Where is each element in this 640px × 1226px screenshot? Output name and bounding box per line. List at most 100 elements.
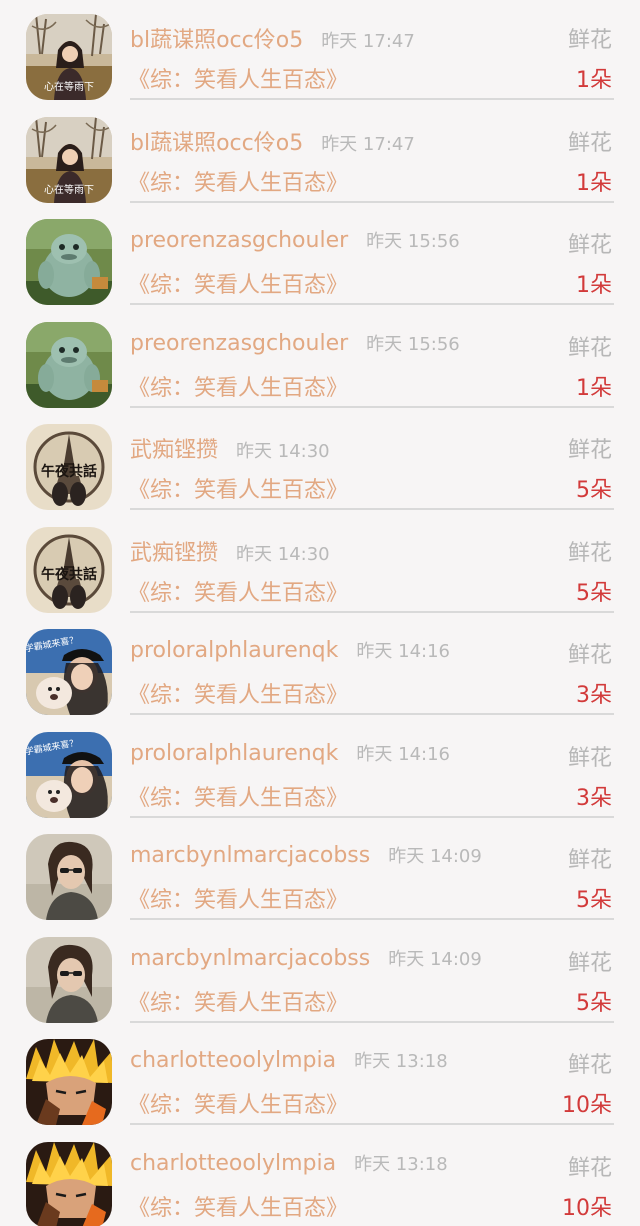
list-item[interactable]: preorenzasgchouler 昨天 15:56 鲜花 《综：笑看人生百态》 1朵 (0, 308, 640, 411)
avatar[interactable] (26, 834, 112, 920)
list-item[interactable]: 午夜共話 武痴铿攒 昨天 14:30 鲜花《综：笑看人生百态》 5朵 (0, 513, 640, 616)
avatar[interactable] (26, 1141, 112, 1226)
user-name[interactable]: proloralphlaurenqk 昨天 14:16 (130, 637, 450, 663)
gift-count: 3朵 (576, 785, 612, 811)
avatar[interactable]: 午夜共話 (26, 526, 112, 613)
timestamp: 昨天 17:47 (321, 133, 415, 155)
avatar[interactable] (26, 219, 112, 305)
list-item[interactable]: preorenzasgchouler 昨天 15:56 鲜花《综：笑看人生百态》 1朵 (0, 205, 640, 308)
user-name[interactable]: 武痴铿攒 昨天 14:30 (130, 535, 330, 567)
gift-type-label: 鲜花 (567, 1053, 612, 1078)
user-name-text[interactable]: charlotteoolylmpia (130, 1151, 336, 1176)
gift-count: 1朵 (576, 273, 612, 298)
user-name-text[interactable]: bl蔬谋照occ伶o5 (130, 28, 303, 53)
gift-type-label: 鲜花 (567, 540, 612, 566)
gift-count: 10朵 (562, 1093, 612, 1118)
book-title-link[interactable]: 《综：笑看人生百态》 (128, 267, 348, 299)
gift-type-label: 鲜花 (567, 438, 612, 463)
list-item[interactable]: 午夜共話 武痴铿攒 昨天 14:30 鲜花 《综：笑看人生百态》 5朵 (0, 410, 640, 513)
divider (130, 1020, 614, 1023)
book-title-link[interactable]: 《综：笑看人生百态》 (128, 62, 348, 94)
timestamp: 昨天 14:16 (356, 743, 450, 765)
avatar[interactable] (26, 321, 112, 408)
timestamp: 昨天 13:18 (354, 1051, 448, 1072)
list-item[interactable]: charlotteoolylmpia 昨天 13:18 鲜花《综：笑看人生百态》 10… (0, 1025, 640, 1128)
list-item[interactable]: marcbynlmarcjacobss 昨天 14:09 鲜花《综：笑看人生百态》 5… (0, 820, 640, 923)
user-name[interactable]: charlotteoolylmpia 昨天 13:18 (130, 1047, 448, 1073)
book-title-link[interactable]: 《综：笑看人生百态》 (128, 472, 348, 504)
user-name-text[interactable]: preorenzasgchouler (130, 228, 348, 253)
list-item[interactable]: marcbynlmarcjacobss 昨天 14:09 鲜花《综：笑看人生百态》 5… (0, 923, 640, 1026)
timestamp: 昨天 14:30 (236, 441, 330, 462)
avatar[interactable]: 心在等雨下 (26, 116, 112, 203)
user-name[interactable]: marcbynlmarcjacobss 昨天 14:09 (130, 842, 482, 868)
divider (130, 610, 614, 613)
user-name[interactable]: preorenzasgchouler 昨天 15:56 (130, 227, 460, 253)
user-name[interactable]: charlotteoolylmpia 昨天 13:18 (130, 1150, 448, 1176)
user-name-text[interactable]: 武痴铿攒 (130, 438, 218, 463)
avatar[interactable]: 学霸城来喜？ (26, 629, 112, 715)
user-name[interactable]: bl蔬谋照occ伶o5 昨天 17:47 (130, 125, 415, 157)
divider (130, 405, 614, 408)
divider (130, 815, 614, 818)
gift-count: 1朵 (576, 375, 612, 401)
gift-type-label: 鲜花 (567, 233, 612, 258)
avatar[interactable] (26, 936, 112, 1023)
book-title-link[interactable]: 《综：笑看人生百态》 (128, 165, 348, 197)
user-name-text[interactable]: marcbynlmarcjacobss (130, 946, 370, 971)
book-title-link[interactable]: 《综：笑看人生百态》 (128, 780, 348, 812)
user-name[interactable]: marcbynlmarcjacobss 昨天 14:09 (130, 945, 482, 971)
book-title-link[interactable]: 《综：笑看人生百态》 (128, 1190, 348, 1222)
user-name-text[interactable]: preorenzasgchouler (130, 331, 348, 356)
book-title-link[interactable]: 《综：笑看人生百态》 (128, 882, 348, 914)
book-title-link[interactable]: 《综：笑看人生百态》 (128, 677, 348, 709)
gift-count: 5朵 (576, 580, 612, 606)
book-title-link[interactable]: 《综：笑看人生百态》 (128, 575, 348, 607)
avatar[interactable] (26, 1039, 112, 1125)
user-name[interactable]: preorenzasgchouler 昨天 15:56 (130, 330, 460, 356)
timestamp: 昨天 14:09 (388, 846, 482, 867)
gift-type-label: 鲜花 (567, 745, 612, 771)
divider (130, 1123, 614, 1125)
avatar[interactable]: 午夜共話 (26, 424, 112, 510)
timestamp: 昨天 17:47 (321, 31, 415, 52)
avatar[interactable]: 心在等雨下 (26, 14, 112, 100)
gift-type-label: 鲜花 (567, 950, 612, 976)
gift-type-label: 鲜花 (567, 28, 612, 53)
list-item[interactable]: 学霸城来喜？ proloralphlaurenqk 昨天 14:16 鲜花《综：笑看… (0, 718, 640, 821)
user-name-text[interactable]: 武痴铿攒 (130, 541, 218, 566)
divider (130, 918, 614, 920)
gift-type-label: 鲜花 (567, 1155, 612, 1181)
divider (130, 200, 614, 203)
list-item[interactable]: 学霸城来喜？ proloralphlaurenqk 昨天 14:16 鲜花 《综：笑看… (0, 615, 640, 718)
gift-type-label: 鲜花 (567, 130, 612, 156)
list-item[interactable]: 心在等雨下 bl蔬谋照occ伶o5 昨天 17:47 鲜花《综：笑看人生百态》 1朵 (0, 0, 640, 103)
divider (130, 508, 614, 510)
user-name-text[interactable]: proloralphlaurenqk (130, 741, 338, 766)
timestamp: 昨天 14:30 (236, 543, 330, 565)
user-name-text[interactable]: charlotteoolylmpia (130, 1048, 336, 1073)
timestamp: 昨天 14:09 (388, 948, 482, 970)
gift-count: 3朵 (576, 683, 612, 708)
gift-count: 10朵 (562, 1195, 612, 1221)
list-item[interactable]: 心在等雨下 bl蔬谋照occ伶o5 昨天 17:47 鲜花 《综：笑看人生百态》 1朵 (0, 103, 640, 206)
gift-type-label: 鲜花 (567, 848, 612, 873)
timestamp: 昨天 15:56 (366, 231, 460, 252)
gift-count: 1朵 (576, 68, 612, 93)
gift-count: 5朵 (576, 990, 612, 1016)
list-item[interactable]: charlotteoolylmpia 昨天 13:18 鲜花《综：笑看人生百态》 10… (0, 1128, 640, 1226)
book-title-link[interactable]: 《综：笑看人生百态》 (128, 985, 348, 1017)
avatar[interactable]: 学霸城来喜？ (26, 731, 112, 818)
user-name[interactable]: 武痴铿攒 昨天 14:30 (130, 432, 330, 464)
book-title-link[interactable]: 《综：笑看人生百态》 (128, 1087, 348, 1119)
user-name[interactable]: proloralphlaurenqk 昨天 14:16 (130, 740, 450, 766)
gift-record-list: 心在等雨下 bl蔬谋照occ伶o5 昨天 17:47 鲜花 《综：笑看人生百态》 1朵 心… (0, 0, 640, 1226)
gift-count: 5朵 (576, 888, 612, 913)
user-name-text[interactable]: proloralphlaurenqk (130, 638, 338, 663)
user-name[interactable]: bl蔬谋照occ伶o5 昨天 17:47 (130, 22, 415, 54)
timestamp: 昨天 13:18 (354, 1153, 448, 1175)
user-name-text[interactable]: marcbynlmarcjacobss (130, 843, 370, 868)
book-title-link[interactable]: 《综：笑看人生百态》 (128, 370, 348, 402)
user-name-text[interactable]: bl蔬谋照occ伶o5 (130, 131, 303, 156)
avatar-caption: 心在等雨下 (44, 80, 94, 93)
